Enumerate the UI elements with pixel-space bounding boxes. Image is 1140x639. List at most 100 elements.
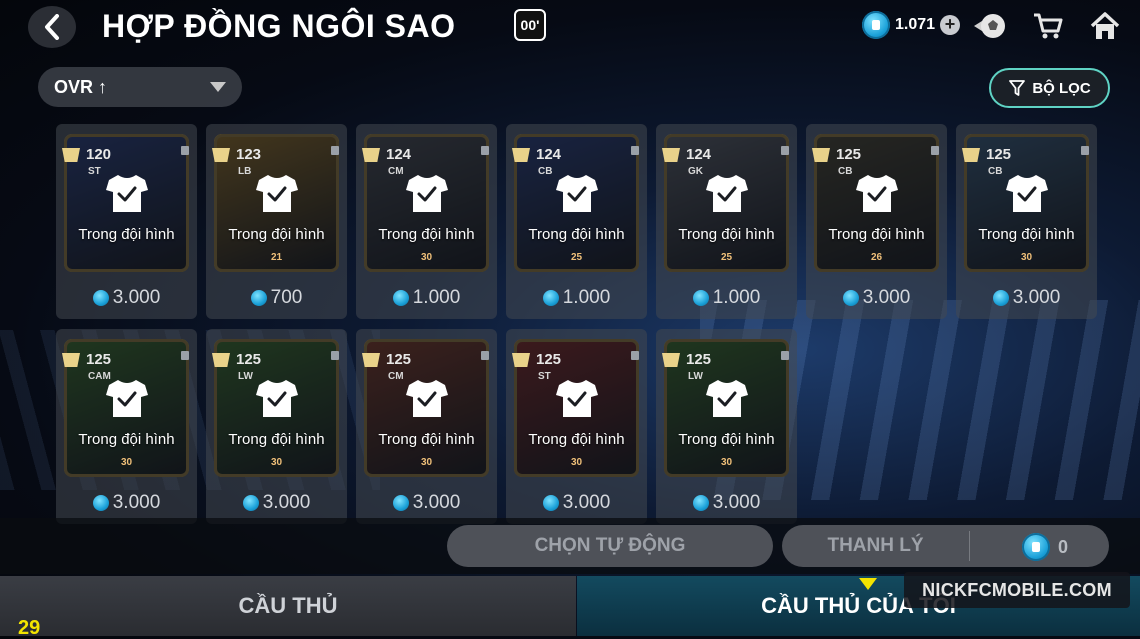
in-squad-label: Trong đội hình <box>228 431 325 448</box>
player-card[interactable]: 124 CM 30 Trong đội hình 1.000 <box>356 124 497 319</box>
player-position: GK <box>688 166 703 177</box>
player-ovr: 124 <box>686 146 712 163</box>
coin-icon <box>1022 533 1050 561</box>
player-card[interactable]: 125 LW 30 Trong đội hình 3.000 <box>656 329 797 524</box>
sort-dropdown[interactable]: OVR ↑ <box>38 67 242 107</box>
coin-icon <box>242 495 259 511</box>
card-price-value: 1.000 <box>712 287 761 308</box>
corner-counter: 29 <box>18 617 41 639</box>
watermark: NICKFCMOBILE.COM <box>904 572 1130 608</box>
lock-icon <box>181 351 189 360</box>
tab-players[interactable]: CẦU THỦ <box>0 576 576 636</box>
lock-icon <box>331 146 339 155</box>
player-card[interactable]: 125 ST 30 Trong đội hình 3.000 <box>506 329 647 524</box>
card-price: 3.000 <box>656 492 797 514</box>
in-squad-label: Trong đội hình <box>528 431 625 448</box>
jersey-check-icon <box>706 380 748 417</box>
card-price-value: 3.000 <box>112 492 161 513</box>
player-level: 26 <box>870 252 883 263</box>
season-icon <box>362 148 380 162</box>
player-card[interactable]: 123 LB 21 Trong đội hình 700 <box>206 124 347 319</box>
player-card[interactable]: 125 CM 30 Trong đội hình 3.000 <box>356 329 497 524</box>
season-icon <box>62 148 80 162</box>
jersey-check-icon <box>256 380 298 417</box>
card-price-value: 3.000 <box>562 492 611 513</box>
filter-button[interactable]: BỘ LỌC <box>989 68 1110 108</box>
player-ovr: 125 <box>236 351 262 368</box>
sell-amount: 0 <box>1022 533 1068 561</box>
player-ovr: 120 <box>86 146 112 163</box>
player-position: CM <box>388 166 404 177</box>
player-level: 30 <box>120 457 133 468</box>
jersey-check-icon <box>406 380 448 417</box>
add-currency-button[interactable]: + <box>940 15 961 35</box>
coin-icon <box>92 495 109 511</box>
player-ovr: 125 <box>686 351 712 368</box>
jersey-check-icon <box>256 175 298 212</box>
in-squad-label: Trong đội hình <box>228 226 325 243</box>
player-card[interactable]: 124 GK 25 Trong đội hình 1.000 <box>656 124 797 319</box>
player-position: CB <box>838 166 853 177</box>
home-icon[interactable] <box>1088 10 1122 42</box>
player-card[interactable]: 125 LW 30 Trong đội hình 3.000 <box>206 329 347 524</box>
card-price-value: 3.000 <box>112 287 161 308</box>
player-level: 30 <box>420 457 433 468</box>
player-position: ST <box>88 166 101 177</box>
card-price-value: 1.000 <box>412 287 461 308</box>
card-price-value: 3.000 <box>1012 287 1061 308</box>
auto-select-button[interactable]: CHỌN TỰ ĐỘNG <box>447 525 773 567</box>
coin-icon <box>392 290 409 306</box>
player-level: 21 <box>270 252 283 263</box>
jersey-check-icon <box>856 175 898 212</box>
lock-icon <box>631 146 639 155</box>
lock-icon <box>631 351 639 360</box>
currency-amount: 1.071 <box>895 16 936 33</box>
player-card[interactable]: 125 CB 30 Trong đội hình 3.000 <box>956 124 1097 319</box>
card-price: 700 <box>206 287 347 309</box>
soccer-ball-icon[interactable] <box>972 10 1006 42</box>
season-icon <box>662 148 680 162</box>
player-card[interactable]: 125 CAM 30 Trong đội hình 3.000 <box>56 329 197 524</box>
lock-icon <box>1081 146 1089 155</box>
in-squad-label: Trong đội hình <box>378 226 475 243</box>
jersey-check-icon <box>106 175 148 212</box>
sort-label: OVR ↑ <box>54 76 108 97</box>
player-card[interactable]: 124 CB 25 Trong đội hình 1.000 <box>506 124 647 319</box>
sell-divider <box>969 531 970 561</box>
player-card[interactable]: 120 ST Trong đội hình 3.000 <box>56 124 197 319</box>
page-title: HỢP ĐỒNG NGÔI SAO <box>102 8 456 44</box>
lock-icon <box>931 146 939 155</box>
coin-icon <box>392 495 409 511</box>
coin-icon <box>542 290 559 306</box>
lock-icon <box>481 351 489 360</box>
card-price: 3.000 <box>506 492 647 514</box>
jersey-check-icon <box>1006 175 1048 212</box>
title-badge: 00' <box>514 9 546 41</box>
jersey-check-icon <box>556 175 598 212</box>
in-squad-label: Trong đội hình <box>678 226 775 243</box>
player-card[interactable]: 125 CB 26 Trong đội hình 3.000 <box>806 124 947 319</box>
back-button[interactable] <box>28 6 76 48</box>
card-price-value: 700 <box>270 287 303 308</box>
coin-icon <box>842 290 859 306</box>
player-level: 30 <box>720 457 733 468</box>
in-squad-label: Trong đội hình <box>378 431 475 448</box>
in-squad-label: Trong đội hình <box>78 431 175 448</box>
coin-icon <box>862 11 890 39</box>
lock-icon <box>181 146 189 155</box>
lock-icon <box>781 146 789 155</box>
card-price: 1.000 <box>506 287 647 309</box>
season-icon <box>62 353 80 367</box>
player-ovr: 124 <box>536 146 562 163</box>
coin-icon <box>692 290 709 306</box>
sell-button[interactable]: THANH LÝ 0 <box>782 525 1109 567</box>
shopping-cart-icon[interactable] <box>1031 10 1065 42</box>
jersey-check-icon <box>706 175 748 212</box>
jersey-check-icon <box>406 175 448 212</box>
card-price: 3.000 <box>56 287 197 309</box>
lock-icon <box>481 146 489 155</box>
player-ovr: 125 <box>836 146 862 163</box>
card-price: 1.000 <box>356 287 497 309</box>
jersey-check-icon <box>556 380 598 417</box>
player-position: CB <box>538 166 553 177</box>
